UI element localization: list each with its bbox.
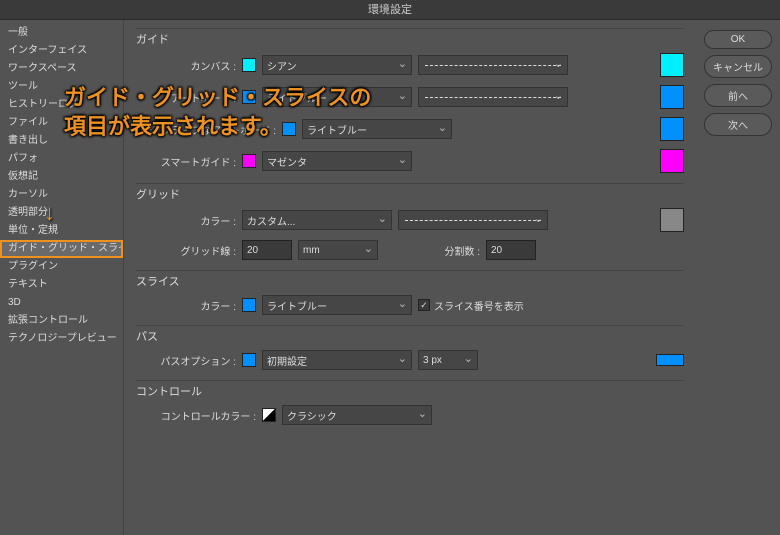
slice-checkbox-label: スライス番号を表示 (434, 298, 524, 313)
canvas-label: カンバス : (136, 58, 236, 73)
sidebar-item-general[interactable]: 一般 (0, 24, 123, 42)
dash-line-icon (425, 65, 561, 66)
inactive-color-select[interactable]: ライトブルー (302, 119, 452, 139)
sidebar-item-interface[interactable]: インターフェイス (0, 42, 123, 60)
dash-line-icon (405, 220, 541, 221)
checkbox-icon: ✓ (418, 299, 430, 311)
artboard-label: アートボード : (136, 90, 236, 105)
button-bar: OK キャンセル 前へ 次へ (696, 20, 780, 535)
sidebar-item-cursor[interactable]: カーソル (0, 186, 123, 204)
prev-button[interactable]: 前へ (704, 84, 772, 107)
control-color-select[interactable]: クラシック (282, 405, 432, 425)
canvas-color-value: シアン (267, 58, 297, 73)
inactive-color-swatch[interactable] (282, 122, 296, 136)
path-width-select[interactable]: 3 px (418, 350, 478, 370)
grid-line-label: グリッド線 : (136, 243, 236, 258)
grid-color-value: カスタム... (247, 213, 295, 228)
sidebar-item-guides-grid-slices[interactable]: ガイド・グリッド・スライス (0, 240, 123, 258)
path-option-label: パスオプション : (136, 353, 236, 368)
section-title-slice: スライス (136, 273, 684, 289)
artboard-color-select[interactable]: ライトブルー (262, 87, 412, 107)
grid-big-swatch[interactable] (660, 208, 684, 232)
grid-color-label: カラー : (136, 213, 236, 228)
main-panel: ガイド カンバス : シアン アートボード : ライトブルー (124, 20, 696, 535)
inactive-color-value: ライトブルー (307, 122, 367, 137)
grid-subdiv-input[interactable] (486, 240, 536, 260)
sidebar: 一般 インターフェイス ワークスペース ツール ヒストリーログ ファイル 書き出… (0, 20, 124, 535)
slice-number-checkbox-wrap[interactable]: ✓ スライス番号を表示 (418, 298, 524, 313)
grid-unit-value: mm (303, 245, 320, 256)
artboard-big-swatch[interactable] (660, 85, 684, 109)
path-option-value: 初期設定 (267, 353, 307, 368)
slice-color-value: ライトブルー (267, 298, 327, 313)
canvas-style-select[interactable] (418, 55, 568, 75)
section-title-guide: ガイド (136, 31, 684, 47)
grid-style-select[interactable] (398, 210, 548, 230)
control-color-swatch[interactable] (262, 408, 276, 422)
grid-color-select[interactable]: カスタム... (242, 210, 392, 230)
sidebar-item-text[interactable]: テキスト (0, 276, 123, 294)
grid-unit-select[interactable]: mm (298, 240, 378, 260)
smart-color-swatch[interactable] (242, 154, 256, 168)
sidebar-item-3d[interactable]: 3D (0, 294, 123, 312)
canvas-big-swatch[interactable] (660, 53, 684, 77)
ok-button[interactable]: OK (704, 30, 772, 49)
section-title-path: パス (136, 328, 684, 344)
sidebar-item-workspace[interactable]: ワークスペース (0, 60, 123, 78)
sidebar-item-tech-preview[interactable]: テクノロジープレビュー (0, 330, 123, 348)
sidebar-item-performance[interactable]: パフォ (0, 150, 123, 168)
sidebar-item-units[interactable]: 単位・定規 (0, 222, 123, 240)
section-title-grid: グリッド (136, 186, 684, 202)
artboard-color-value: ライトブルー (267, 90, 327, 105)
cancel-button[interactable]: キャンセル (704, 55, 772, 78)
next-button[interactable]: 次へ (704, 113, 772, 136)
grid-subdiv-label: 分割数 : (430, 243, 480, 258)
path-option-select[interactable]: 初期設定 (262, 350, 412, 370)
sidebar-item-export[interactable]: 書き出し (0, 132, 123, 150)
inactive-big-swatch[interactable] (660, 117, 684, 141)
section-title-control: コントロール (136, 383, 684, 399)
window-titlebar: 環境設定 (0, 0, 780, 20)
slice-color-select[interactable]: ライトブルー (262, 295, 412, 315)
sidebar-item-history[interactable]: ヒストリーログ (0, 96, 123, 114)
sidebar-item-tools[interactable]: ツール (0, 78, 123, 96)
canvas-color-select[interactable]: シアン (262, 55, 412, 75)
sidebar-item-plugins[interactable]: プラグイン (0, 258, 123, 276)
canvas-color-swatch[interactable] (242, 58, 256, 72)
smart-big-swatch[interactable] (660, 149, 684, 173)
grid-line-input[interactable] (242, 240, 292, 260)
sidebar-item-transparency[interactable]: 透明部分 (0, 204, 123, 222)
inactive-artboard-label: 非アクティブなアートボード : (136, 122, 276, 137)
path-color-swatch[interactable] (242, 353, 256, 367)
path-preview-swatch (656, 354, 684, 366)
path-width-value: 3 px (423, 355, 442, 366)
smart-color-select[interactable]: マゼンタ (262, 151, 412, 171)
dash-line-icon (425, 97, 561, 98)
slice-color-label: カラー : (136, 298, 236, 313)
sidebar-item-file[interactable]: ファイル (0, 114, 123, 132)
artboard-style-select[interactable] (418, 87, 568, 107)
control-color-label: コントロールカラー : (136, 408, 256, 423)
slice-color-swatch[interactable] (242, 298, 256, 312)
artboard-color-swatch[interactable] (242, 90, 256, 104)
smart-guide-label: スマートガイド : (136, 154, 236, 169)
sidebar-item-extended-controls[interactable]: 拡張コントロール (0, 312, 123, 330)
smart-color-value: マゼンタ (267, 154, 307, 169)
sidebar-item-scratch[interactable]: 仮想記 (0, 168, 123, 186)
control-color-value: クラシック (287, 408, 337, 423)
